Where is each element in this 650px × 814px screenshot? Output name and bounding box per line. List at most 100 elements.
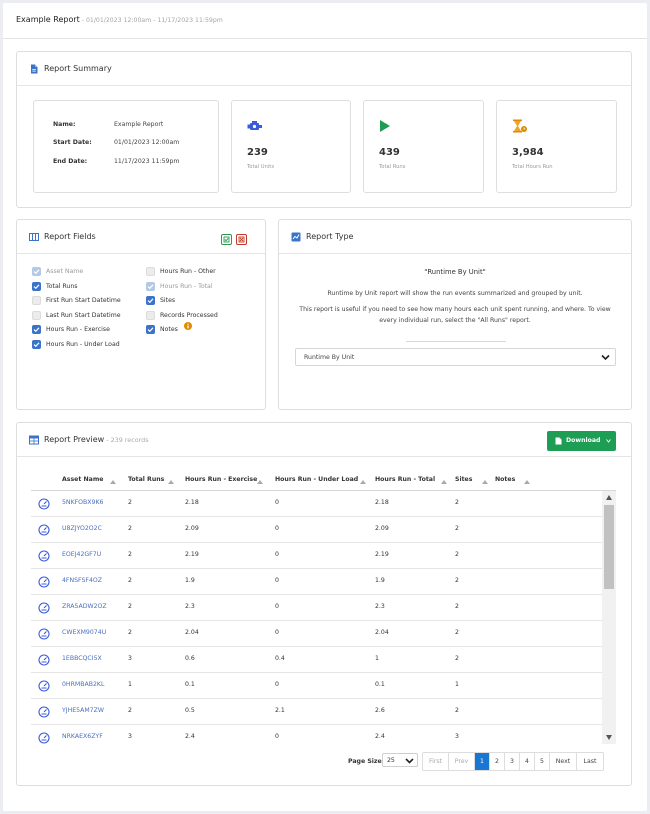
gauge-icon[interactable]: [38, 602, 50, 614]
notes-info-icon[interactable]: [184, 322, 192, 330]
gauge-icon[interactable]: [38, 732, 50, 744]
table-cell: 0.1: [185, 681, 195, 688]
field-label: Asset Name: [46, 268, 84, 275]
asset-name-link[interactable]: EOEJ42GF7U: [62, 551, 101, 558]
start-date-value: 01/01/2023 12:00am: [114, 139, 180, 146]
report-preview-title: Report Preview - 239 records: [44, 435, 149, 444]
checkbox[interactable]: [32, 310, 41, 320]
table-cell: 1.9: [185, 577, 195, 584]
page-size-select[interactable]: 25: [382, 753, 418, 767]
total-runs-stat: 439 Total Runs: [363, 100, 484, 193]
checkbox[interactable]: [32, 340, 41, 349]
column-header-hours-run-under-load[interactable]: Hours Run - Under Load: [275, 476, 358, 483]
gauge-icon[interactable]: [38, 524, 50, 536]
field-label: Hours Run - Other: [160, 268, 216, 275]
column-header-hours-run-total[interactable]: Hours Run - Total: [375, 476, 435, 483]
gauge-icon[interactable]: [38, 706, 50, 718]
download-label: Download: [566, 437, 601, 444]
checkbox[interactable]: [32, 296, 41, 306]
asset-name-link[interactable]: ZRA5ADW2OZ: [62, 603, 107, 610]
sort-icon[interactable]: [168, 480, 174, 484]
table-scrollbar[interactable]: [602, 491, 616, 744]
table-cell: 3: [128, 733, 132, 740]
asset-name-link[interactable]: 1EBBCQCI5X: [62, 655, 102, 662]
report-type-description-3: every individual run, select the "All Ru…: [379, 317, 531, 324]
table-row[interactable]: 4FNSFSF4OZ 2 1.9 0 1.9 2: [31, 569, 602, 595]
asset-name-link[interactable]: 5NKFOBX9K6: [62, 499, 103, 506]
gauge-icon[interactable]: [38, 680, 50, 692]
checkbox[interactable]: [32, 281, 41, 291]
record-count: - 239 records: [104, 436, 149, 444]
report-fields-header: Report Fields: [17, 220, 265, 254]
checkbox[interactable]: [146, 325, 155, 335]
gauge-icon[interactable]: [38, 654, 50, 666]
checkbox[interactable]: [146, 310, 155, 320]
start-date-label: Start Date:: [53, 139, 92, 146]
sort-icon[interactable]: [257, 480, 263, 484]
download-button[interactable]: Download: [547, 431, 616, 451]
checkbox[interactable]: [146, 296, 155, 306]
column-header-hours-run-exercise[interactable]: Hours Run - Exercise: [185, 476, 257, 483]
chevron-down-icon: [405, 758, 414, 764]
gauge-icon[interactable]: [38, 550, 50, 562]
pager-2[interactable]: 2: [490, 753, 505, 770]
scroll-up-icon[interactable]: [606, 495, 612, 500]
checkbox[interactable]: [146, 267, 155, 276]
report-type-description: Runtime by Unit report will show the run…: [327, 290, 583, 297]
table-cell: 2.19: [375, 551, 389, 558]
sort-icon[interactable]: [482, 480, 488, 484]
table-row[interactable]: U8ZJYO2O2C 2 2.09 0 2.09 2: [31, 517, 602, 543]
pager-4[interactable]: 4: [520, 753, 535, 770]
asset-name-link[interactable]: NRKAEX6ZYF: [62, 733, 103, 740]
gauge-icon[interactable]: [38, 576, 50, 588]
table-cell: 2.3: [375, 603, 385, 610]
sort-icon[interactable]: [110, 480, 116, 484]
asset-name-link[interactable]: 0HRMBAB2KL: [62, 681, 104, 688]
checkbox: [32, 267, 41, 276]
column-header-notes[interactable]: Notes: [495, 476, 515, 483]
table-cell: 0: [275, 577, 279, 584]
deselect-all-icon[interactable]: [236, 234, 247, 245]
table-row[interactable]: EOEJ42GF7U 2 2.19 0 2.19 2: [31, 543, 602, 569]
column-header-sites[interactable]: Sites: [455, 476, 472, 483]
asset-name-link[interactable]: YJHE5AM7ZW: [62, 707, 104, 714]
checkbox[interactable]: [32, 325, 41, 335]
pager-5[interactable]: 5: [535, 753, 550, 770]
column-header-total-runs[interactable]: Total Runs: [128, 476, 164, 483]
scroll-down-icon[interactable]: [606, 735, 612, 740]
table-row[interactable]: 1EBBCQCI5X 3 0.6 0.4 1 2: [31, 647, 602, 673]
sort-icon[interactable]: [360, 480, 366, 484]
table-row[interactable]: CWEXM9074U 2 2.04 0 2.04 2: [31, 621, 602, 647]
report-type-select[interactable]: Runtime By Unit: [295, 348, 616, 366]
pager-last[interactable]: Last: [577, 753, 603, 770]
asset-name-link[interactable]: U8ZJYO2O2C: [62, 525, 102, 532]
select-all-icon[interactable]: [221, 234, 232, 245]
pager-3[interactable]: 3: [505, 753, 520, 770]
gauge-icon[interactable]: [38, 498, 50, 510]
table-row[interactable]: 0HRMBAB2KL 1 0.1 0 0.1 1: [31, 673, 602, 699]
preview-table[interactable]: 5NKFOBX9K6 2 2.18 0 2.18 2 U8ZJYO2O2C 2 2.09 0 2.0…: [31, 490, 616, 744]
table-cell: 2: [455, 499, 459, 506]
table-row[interactable]: YJHE5AM7ZW 2 0.5 2.1 2.6 2: [31, 699, 602, 725]
asset-name-link[interactable]: CWEXM9074U: [62, 629, 106, 636]
asset-name-link[interactable]: 4FNSFSF4OZ: [62, 577, 102, 584]
divider: [406, 341, 506, 342]
table-cell: 1: [128, 681, 132, 688]
end-date-label: End Date:: [53, 158, 88, 165]
table-cell: 2.04: [185, 629, 199, 636]
field-label: Last Run Start Datetime: [46, 311, 121, 319]
column-header-asset-name[interactable]: Asset Name: [62, 476, 103, 483]
scrollbar-thumb[interactable]: [604, 505, 614, 589]
table-cell: 0: [275, 499, 279, 506]
sort-icon[interactable]: [524, 480, 530, 484]
table-row[interactable]: 5NKFOBX9K6 2 2.18 0 2.18 2: [31, 491, 602, 517]
sort-icon[interactable]: [441, 480, 447, 484]
engine-icon: [247, 121, 262, 130]
table-row[interactable]: ZRA5ADW2OZ 2 2.3 0 2.3 2: [31, 595, 602, 621]
gauge-icon[interactable]: [38, 628, 50, 640]
table-row[interactable]: NRKAEX6ZYF 3 2.4 0 2.4 3: [31, 725, 602, 744]
pager-1[interactable]: 1: [475, 753, 490, 770]
pager-next[interactable]: Next: [550, 753, 577, 770]
chart-icon: [291, 232, 301, 242]
table-cell: 2.19: [185, 551, 199, 558]
